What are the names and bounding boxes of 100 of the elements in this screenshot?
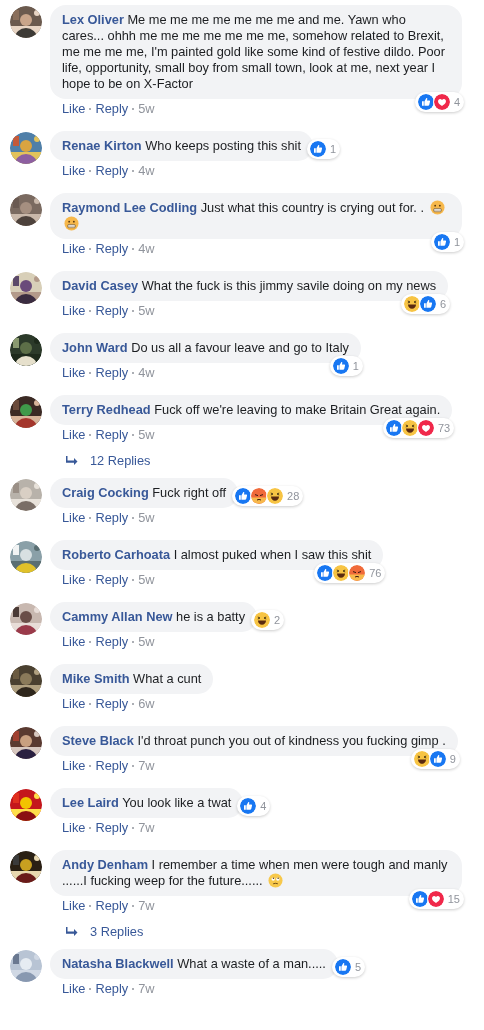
thumbs-up-icon: [416, 93, 435, 111]
author-name[interactable]: Craig Cocking: [62, 485, 149, 500]
reaction-count: 4: [260, 799, 267, 814]
thumbs-up-icon: [239, 797, 258, 815]
angry-face-icon: [348, 564, 367, 582]
like-link[interactable]: Like: [62, 573, 86, 587]
laughing-face-icon: [266, 487, 285, 505]
author-name[interactable]: Raymond Lee Codling: [62, 200, 198, 215]
comment-text: John Ward Do us all a favour leave and go to Italy: [62, 340, 349, 356]
timestamp: 5w: [138, 635, 155, 649]
comment-text: Craig Cocking Fuck right off: [62, 485, 227, 501]
reply-link[interactable]: Reply: [95, 164, 129, 178]
reply-link[interactable]: Reply: [95, 102, 129, 116]
like-link[interactable]: Like: [62, 511, 86, 525]
laughing-face-icon: [401, 419, 419, 437]
reply-link[interactable]: Reply: [95, 366, 129, 380]
timestamp: 7w: [138, 982, 155, 996]
author-name[interactable]: Renae Kirton: [62, 138, 142, 153]
author-name[interactable]: Andy Denham: [62, 857, 149, 872]
heart-icon: [432, 93, 451, 111]
author-name[interactable]: John Ward: [62, 340, 128, 355]
thumbs-up-icon: [234, 487, 253, 505]
like-link[interactable]: Like: [62, 697, 86, 711]
thumbs-up-icon: [410, 890, 429, 908]
reaction-count: 2: [274, 613, 281, 628]
like-link[interactable]: Like: [62, 366, 86, 380]
timestamp: 7w: [138, 821, 155, 835]
timestamp: 5w: [138, 102, 155, 116]
grimace-emoji-icon: [429, 200, 445, 215]
like-link[interactable]: Like: [62, 821, 86, 835]
like-link[interactable]: Like: [62, 982, 86, 996]
timestamp: 5w: [138, 573, 155, 587]
reply-link[interactable]: Reply: [95, 242, 129, 256]
reply-link[interactable]: Reply: [95, 635, 129, 649]
comment-text: Lee Laird You look like a twat: [62, 795, 232, 811]
timestamp: 4w: [138, 366, 155, 380]
reaction-count: 6: [440, 297, 447, 312]
author-name[interactable]: Steve Black: [62, 733, 134, 748]
like-link[interactable]: Like: [62, 759, 86, 773]
comment-text: Andy Denham I remember a time when men were tough and manly ......I fucking weep for the future......: [62, 857, 449, 889]
comment-text: Renae Kirton Who keeps posting this shit: [62, 138, 301, 154]
author-name[interactable]: David Casey: [62, 278, 139, 293]
author-name[interactable]: Roberto Carhoata: [62, 547, 171, 562]
laughing-face-icon: [412, 750, 431, 768]
thumbs-up-icon: [316, 564, 335, 582]
laughing-face-icon: [253, 611, 272, 629]
comment-text: Terry Redhead Fuck off we're leaving to make Britain Great again.: [62, 402, 441, 418]
reaction-count: 4: [453, 95, 460, 110]
reply-link[interactable]: Reply: [95, 697, 129, 711]
like-link[interactable]: Like: [62, 304, 86, 318]
comment-text: Natasha Blackwell What a waste of a man.....: [62, 956, 326, 972]
reaction-count: 9: [449, 752, 456, 767]
reaction-count: 28: [287, 489, 300, 504]
author-name[interactable]: Lee Laird: [62, 795, 119, 810]
timestamp: 7w: [138, 759, 155, 773]
reply-link[interactable]: Reply: [95, 899, 129, 913]
comment-text: Mike Smith What a cunt: [62, 671, 202, 687]
timestamp: 5w: [138, 428, 155, 442]
author-name[interactable]: Natasha Blackwell: [62, 956, 174, 971]
reaction-count: 15: [447, 892, 460, 907]
timestamp: 6w: [138, 697, 155, 711]
timestamp: 4w: [138, 242, 155, 256]
comment-text: Cammy Allan New he is a batty: [62, 609, 246, 625]
view-replies-link[interactable]: 3 Replies: [90, 924, 144, 939]
reply-link[interactable]: Reply: [95, 821, 129, 835]
reply-link[interactable]: Reply: [95, 982, 129, 996]
like-link[interactable]: Like: [62, 899, 86, 913]
thumbs-up-icon: [432, 233, 451, 251]
comment-text: Roberto Carhoata I almost puked when I saw this shit: [62, 547, 372, 563]
reply-arrow-icon: [66, 455, 78, 466]
author-name[interactable]: Terry Redhead: [62, 402, 151, 417]
angry-face-icon: [250, 487, 269, 505]
reply-arrow-icon: [66, 926, 78, 937]
comment-text: Raymond Lee Codling Just what this country is crying out for. .: [62, 200, 450, 232]
view-replies-link[interactable]: 12 Replies: [90, 453, 151, 468]
author-name[interactable]: Mike Smith: [62, 671, 130, 686]
like-link[interactable]: Like: [62, 635, 86, 649]
reaction-count: 1: [352, 359, 359, 374]
reaction-count: 1: [330, 142, 337, 157]
reply-link[interactable]: Reply: [95, 428, 129, 442]
like-link[interactable]: Like: [62, 164, 86, 178]
like-link[interactable]: Like: [62, 242, 86, 256]
like-link[interactable]: Like: [62, 102, 86, 116]
reaction-count: 5: [354, 960, 362, 975]
author-name[interactable]: Cammy Allan New: [62, 609, 173, 624]
thumbs-up-icon: [333, 958, 352, 976]
reply-link[interactable]: Reply: [95, 759, 129, 773]
reply-link[interactable]: Reply: [95, 573, 129, 587]
laughing-face-icon: [403, 295, 421, 313]
reply-link[interactable]: Reply: [95, 511, 129, 525]
reply-link[interactable]: Reply: [95, 304, 129, 318]
grimace-emoji-icon: [64, 216, 79, 231]
author-name[interactable]: Lex Oliver: [62, 12, 124, 27]
like-link[interactable]: Like: [62, 428, 86, 442]
comment-text: Steve Black I'd throat punch you out of kindness you fucking gimp .: [62, 733, 446, 749]
reaction-count: 73: [438, 421, 451, 436]
eye-roll-emoji-icon: [268, 873, 284, 888]
laughing-face-icon: [332, 564, 351, 582]
heart-icon: [417, 419, 435, 437]
comment-text: Lex Oliver Me me me me me me me me and me. Yawn who cares... ohhh me me me me me me me, somehow related to Brexit, me me me me, I'm painted gold like some kind of festive dildo. Poor life, opportunity, small boy from small town, look at me, next year I hope to be on X-Factor: [62, 12, 446, 92]
